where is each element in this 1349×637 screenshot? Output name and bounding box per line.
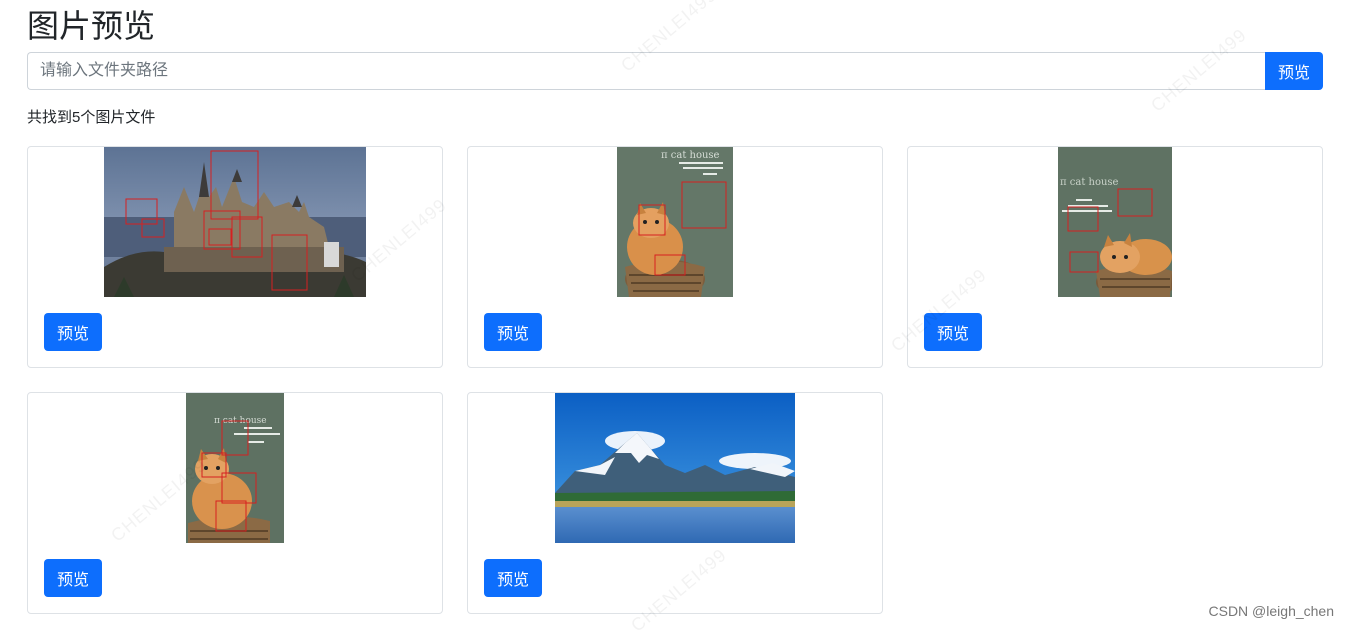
image-card-mountain: 预览 xyxy=(467,392,883,614)
image-card-cat-3: π cat house 预览 xyxy=(27,392,443,614)
overlay-text: π cat house xyxy=(661,150,720,161)
cat-image: π cat house xyxy=(617,147,733,297)
search-bar: 预览 xyxy=(27,52,1323,90)
image-card-cat-1: π cat house 预览 xyxy=(467,146,883,368)
cat-image: π cat house xyxy=(186,393,284,543)
image-card-castle: 预览 xyxy=(27,146,443,368)
cat-image: π cat house xyxy=(1058,147,1172,297)
mountain-image xyxy=(555,393,795,543)
castle-image xyxy=(104,147,366,297)
folder-path-input[interactable] xyxy=(27,52,1265,90)
preview-button[interactable]: 预览 xyxy=(484,559,542,597)
preview-button[interactable]: 预览 xyxy=(484,313,542,351)
preview-button[interactable]: 预览 xyxy=(44,559,102,597)
result-count: 共找到5个图片文件 xyxy=(27,109,156,126)
image-card-cat-2: π cat house 预览 xyxy=(907,146,1323,368)
page-title: 图片预览 xyxy=(27,8,156,44)
csdn-credit: CSDN @leigh_chen xyxy=(1208,603,1335,619)
preview-button[interactable]: 预览 xyxy=(44,313,102,351)
preview-button[interactable]: 预览 xyxy=(924,313,982,351)
preview-folder-button[interactable]: 预览 xyxy=(1265,52,1323,90)
overlay-text: π cat house xyxy=(1060,177,1119,188)
